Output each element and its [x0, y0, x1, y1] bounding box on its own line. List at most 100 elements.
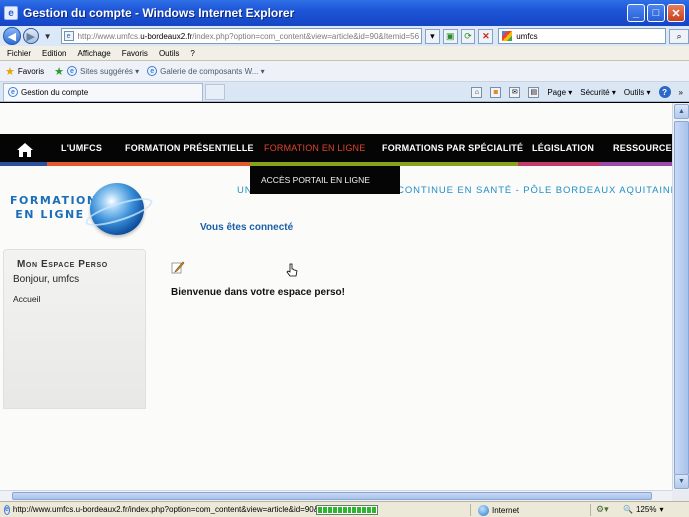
- mail-icon[interactable]: ✉: [509, 86, 521, 98]
- favorites-button[interactable]: Favoris: [18, 67, 44, 76]
- web-slice-gallery-link[interactable]: e Galerie de composants W... ▾: [147, 66, 265, 76]
- status-bar: e http://www.umfcs.u-bordeaux2.fr/index.…: [0, 501, 689, 517]
- nav-color-stripe: [47, 162, 250, 166]
- zoom-icon: 🔍: [623, 505, 633, 514]
- progress-block: [357, 506, 362, 513]
- favorites-star-icon: ★: [5, 65, 15, 78]
- progress-block: [347, 506, 352, 513]
- nav-color-stripe: [0, 162, 47, 166]
- nav-formation-presentielle[interactable]: FORMATION PRÉSENTIELLE: [125, 134, 254, 162]
- forward-button[interactable]: ▶: [22, 28, 39, 44]
- back-button[interactable]: ◀: [3, 27, 21, 45]
- nav-color-stripe: [600, 162, 672, 166]
- page-menu[interactable]: Page ▾: [547, 88, 572, 97]
- zoom-control[interactable]: 🔍 125% ▾: [623, 505, 663, 514]
- window-title: Gestion du compte - Windows Internet Exp…: [23, 6, 295, 20]
- accueil-link[interactable]: Accueil: [13, 294, 40, 304]
- ie-page-icon: e: [4, 504, 10, 515]
- horizontal-scroll-thumb[interactable]: [12, 492, 652, 500]
- home-icon[interactable]: ⌂: [471, 86, 483, 98]
- security-menu[interactable]: Sécurité ▾: [580, 88, 616, 97]
- page-icon: e: [63, 31, 74, 41]
- google-logo-icon: [502, 31, 513, 41]
- nav-formations-par-specialite[interactable]: FORMATIONS PAR SPÉCIALITÉ: [382, 134, 523, 162]
- nav-formation-en-ligne[interactable]: FORMATION EN LIGNE: [264, 134, 365, 162]
- scroll-down-icon[interactable]: ▼: [674, 474, 689, 489]
- protected-mode-icon[interactable]: ⚙▾: [596, 504, 609, 515]
- status-url-text: http://www.umfcs.u-bordeaux2.fr/index.ph…: [12, 505, 316, 514]
- command-bar: ⌂ ◙ ✉ ▤ Page ▾ Sécurité ▾ Outils ▾ ? »: [471, 86, 683, 98]
- progress-block: [342, 506, 347, 513]
- stop-icon[interactable]: ✕: [478, 28, 494, 44]
- menu-edition[interactable]: Edition: [42, 49, 66, 58]
- feeds-icon[interactable]: ◙: [490, 86, 502, 98]
- personal-space-title: Mon Espace Perso: [17, 259, 108, 270]
- search-value: umfcs: [516, 31, 538, 41]
- ie-logo-icon: e: [4, 6, 18, 20]
- nav-color-stripe: [518, 162, 600, 166]
- address-input[interactable]: e http://www.umfcs. u-bordeaux2.fr/index.…: [60, 28, 422, 44]
- menu-help[interactable]: ?: [190, 49, 194, 58]
- new-tab-button[interactable]: [205, 83, 225, 100]
- progress-block: [362, 506, 367, 513]
- ie-page-icon: e: [147, 66, 158, 76]
- ie-page-icon: e: [66, 66, 77, 76]
- internet-zone-icon: [478, 505, 489, 516]
- suggested-sites-label: Sites suggérés ▾: [79, 66, 140, 76]
- logo-text: FORMATION EN LIGNE: [10, 194, 98, 222]
- progress-block: [352, 506, 357, 513]
- menu-affichage[interactable]: Affichage: [77, 49, 110, 58]
- suggested-sites-link[interactable]: e Sites suggérés ▾: [66, 66, 140, 76]
- edit-pencil-icon[interactable]: [171, 260, 185, 274]
- more-chevron-icon[interactable]: »: [679, 88, 683, 97]
- security-zone[interactable]: Internet: [478, 505, 519, 516]
- tab-title: Gestion du compte: [21, 87, 89, 97]
- home-icon[interactable]: [16, 142, 34, 158]
- connected-message: Vous êtes connecté: [200, 222, 294, 233]
- vertical-scroll-thumb[interactable]: [674, 121, 689, 475]
- maximize-button[interactable]: □: [647, 4, 665, 22]
- personal-space-panel: Mon Espace Perso Bonjour, umfcs Accueil: [3, 249, 146, 409]
- help-icon[interactable]: ?: [658, 86, 671, 98]
- scroll-up-icon[interactable]: ▲: [674, 104, 689, 119]
- logo-text-line1: FORMATION: [10, 194, 98, 207]
- menu-outils[interactable]: Outils: [159, 49, 179, 58]
- scrollbar-corner: [672, 490, 689, 501]
- zoom-level: 125%: [635, 505, 657, 514]
- globe-icon: [90, 183, 144, 235]
- print-icon[interactable]: ▤: [528, 86, 540, 98]
- menu-bar: Fichier Edition Affichage Favoris Outils…: [0, 46, 689, 61]
- tools-menu[interactable]: Outils ▾: [624, 88, 651, 97]
- menu-favoris[interactable]: Favoris: [122, 49, 148, 58]
- progress-block: [322, 506, 327, 513]
- welcome-heading: Bienvenue dans votre espace perso!: [171, 287, 345, 298]
- horizontal-scrollbar[interactable]: [0, 490, 672, 501]
- minimize-button[interactable]: _: [627, 4, 645, 22]
- add-favorite-icon[interactable]: ★: [54, 65, 64, 78]
- nav-legislation[interactable]: LÉGISLATION: [532, 134, 594, 162]
- search-icon[interactable]: ⌕: [669, 28, 689, 44]
- dropdown-acces-portail[interactable]: ACCÈS PORTAIL EN LIGNE: [250, 166, 400, 194]
- url-domain: u-bordeaux2.fr: [140, 31, 193, 41]
- address-dropdown-icon[interactable]: ▾: [424, 28, 440, 44]
- ie-page-icon: e: [8, 87, 18, 97]
- history-dropdown-icon[interactable]: ▼: [44, 32, 52, 41]
- progress-block: [332, 506, 337, 513]
- status-url: e http://www.umfcs.u-bordeaux2.fr/index.…: [0, 504, 316, 515]
- compatibility-view-icon[interactable]: ▣: [442, 28, 458, 44]
- greeting-text: Bonjour, umfcs: [13, 274, 80, 285]
- search-input[interactable]: umfcs: [498, 28, 667, 44]
- nav-ressources[interactable]: RESSOURCES: [613, 134, 678, 162]
- nav-umfcs[interactable]: L'UMFCS: [61, 134, 102, 162]
- menu-fichier[interactable]: Fichier: [7, 49, 31, 58]
- progress-block: [337, 506, 342, 513]
- progress-block: [367, 506, 372, 513]
- refresh-icon[interactable]: ⟳: [460, 28, 476, 44]
- loading-progress-bar: [316, 504, 378, 515]
- zoom-dropdown-icon: ▾: [659, 505, 664, 514]
- vertical-scrollbar[interactable]: ▲ ▼: [672, 103, 689, 490]
- address-toolbar: ◀ ▶ ▼ e http://www.umfcs. u-bordeaux2.fr /…: [0, 26, 689, 46]
- close-button[interactable]: ✕: [667, 4, 685, 22]
- tab-gestion-du-compte[interactable]: e Gestion du compte: [3, 82, 203, 101]
- window-title-bar: e Gestion du compte - Windows Internet E…: [0, 0, 689, 26]
